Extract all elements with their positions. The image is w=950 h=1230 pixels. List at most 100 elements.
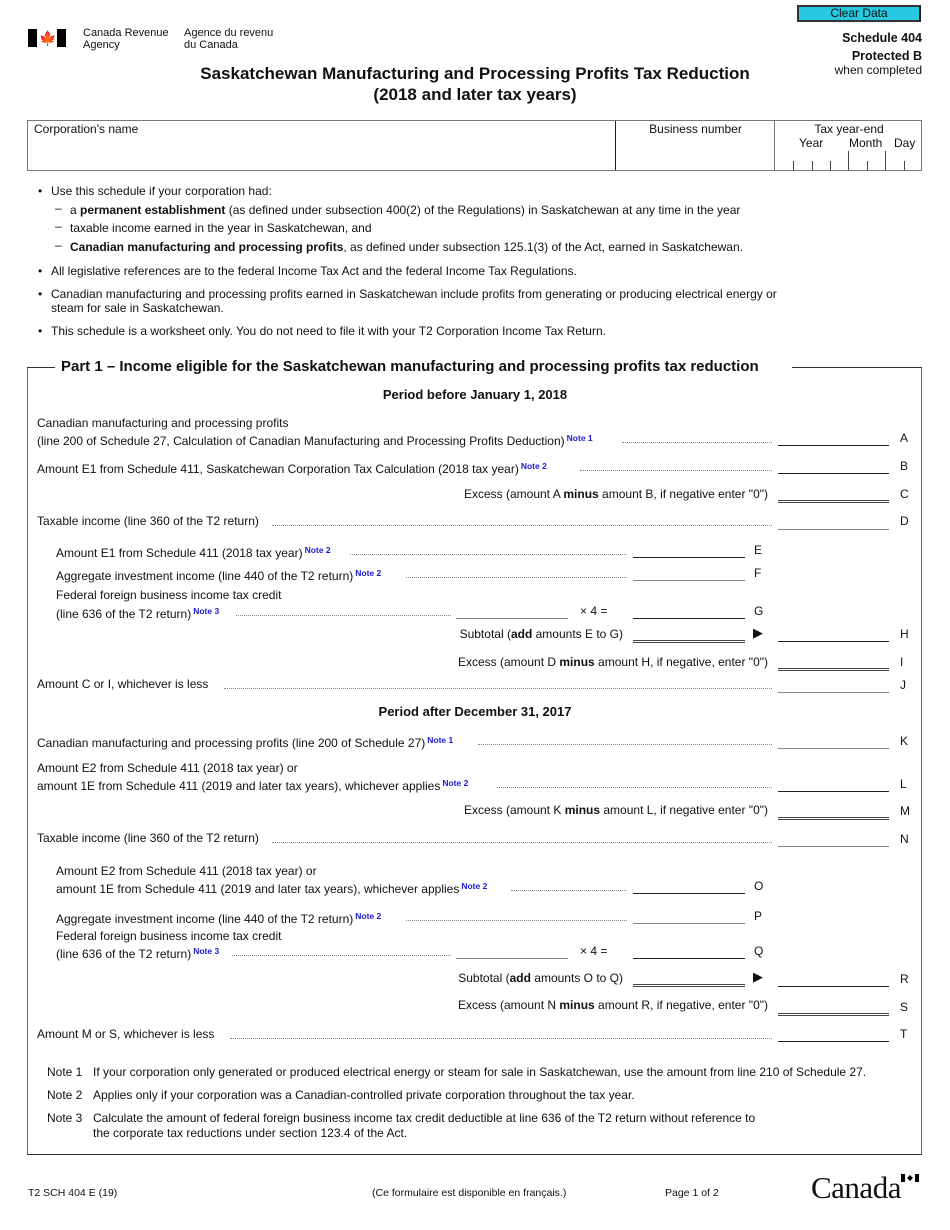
line-letter-i: I [900,655,904,669]
note-3-text-2: the corporate tax reductions under secti… [93,1126,408,1140]
year-label: Year [799,136,824,150]
bullet-icon: • [38,324,43,338]
business-number-field[interactable]: Business number [615,121,774,170]
note-2-label: Note 2 [47,1088,83,1102]
protected-label: Protected B [851,49,922,63]
line-letter-g: G [754,604,764,618]
amount-p-input[interactable] [633,908,745,924]
subtotal-oq-input[interactable] [633,971,745,987]
note-2-ref[interactable]: Note 2 [442,778,468,788]
line-a-label-2: (line 200 of Schedule 27, Calculation of… [37,433,593,448]
note-1-ref[interactable]: Note 1 [427,735,453,745]
intro-bullet-2: All legislative references are to the fe… [51,264,577,278]
line-f-label: Aggregate investment income (line 440 of… [56,568,382,583]
amount-g-input[interactable] [633,603,745,619]
agency-fr-line2: du Canada [184,39,238,51]
leader-dots [406,576,627,578]
tax-year-end-label: Tax year-end [814,122,884,136]
amount-c-input[interactable] [778,487,889,503]
amount-j-input[interactable] [778,677,889,693]
clear-data-button[interactable]: Clear Data [797,5,921,22]
corporation-name-label: Corporation's name [34,122,139,136]
bullet-icon: • [38,184,43,198]
schedule-number: Schedule 404 [842,31,922,45]
line-e-label: Amount E1 from Schedule 411 (2018 tax ye… [56,545,331,560]
note-3-ref[interactable]: Note 3 [193,946,219,956]
bullet-icon: • [38,264,43,278]
line-s-label: Excess (amount N minus amount R, if nega… [458,998,768,1012]
amount-n-input[interactable] [778,831,889,847]
amount-l-input[interactable] [778,776,889,792]
multiply-by-4: × 4 = [580,944,608,958]
line-letter-t: T [900,1027,908,1041]
note-1-ref[interactable]: Note 1 [567,433,593,443]
leader-dots [272,524,772,526]
amount-a-input[interactable] [778,430,889,446]
agency-en-line2: Agency [83,39,120,51]
part1-title: Part 1 – Income eligible for the Saskatc… [61,358,759,375]
amount-h-input[interactable] [778,626,889,642]
amount-d-input[interactable] [778,514,889,530]
leader-dots [478,743,772,745]
business-number-label: Business number [649,122,742,136]
amount-o-input[interactable] [633,878,745,894]
note-2-ref[interactable]: Note 2 [355,568,381,578]
amount-m-input[interactable] [778,804,889,820]
arrow-right-icon: ▶ [753,625,763,640]
amount-q-input[interactable] [633,943,745,959]
line-letter-p: P [754,909,763,923]
line-g-label-2: (line 636 of the T2 return) Note 3 [56,606,220,621]
line-c-label: Excess (amount A minus amount B, if nega… [463,487,768,501]
amount-e-input[interactable] [633,542,745,558]
line-letter-j: J [900,678,906,692]
amount-t-input[interactable] [778,1026,889,1042]
leader-dots [580,469,772,471]
line-h-label: Subtotal (add amounts E to G) [459,627,623,641]
amount-f-input[interactable] [633,565,745,581]
amount-b-input[interactable] [778,458,889,474]
line-l-label-2: amount 1E from Schedule 411 (2019 and la… [37,778,469,793]
tax-year-end-field[interactable]: Tax year-end Year Month Day [774,121,922,170]
note-2-ref[interactable]: Note 2 [521,461,547,471]
line-letter-o: O [754,879,764,893]
note-3-label: Note 3 [47,1111,83,1125]
agency-name-en: Canada Revenue Agency [83,27,169,51]
subtotal-eg-input[interactable] [633,627,745,643]
intro-bullet-1: Use this schedule if your corporation ha… [51,184,272,198]
note-2-ref[interactable]: Note 2 [461,881,487,891]
line-o-label-2: amount 1E from Schedule 411 (2019 and la… [56,881,488,896]
amount-s-input[interactable] [778,1000,889,1016]
line-letter-l: L [900,777,907,791]
line-letter-n: N [900,832,909,846]
line-g-label-1: Federal foreign business income tax cred… [56,588,282,602]
amount-i-input[interactable] [778,655,889,671]
canada-flag-icon: 🍁 [28,29,66,47]
amount-k-input[interactable] [778,733,889,749]
note-1-text: If your corporation only generated or pr… [93,1065,867,1079]
intro-dash-1: a permanent establishment (as defined un… [70,203,741,217]
corporation-name-field[interactable]: Corporation's name [28,121,615,170]
canada-wordmark: Canada [811,1170,901,1205]
line-l-label-1: Amount E2 from Schedule 411 (2018 tax ye… [37,761,298,775]
amount-r-input[interactable] [778,971,889,987]
line-letter-a: A [900,431,909,445]
page-number: Page 1 of 2 [665,1187,719,1199]
canada-wordmark-flag-icon [901,1174,919,1182]
note-3-ref[interactable]: Note 3 [193,606,219,616]
note-2-ref[interactable]: Note 2 [305,545,331,555]
line-d-label: Taxable income (line 360 of the T2 retur… [37,514,259,528]
line-letter-k: K [900,734,909,748]
line-o-label-1: Amount E2 from Schedule 411 (2018 tax ye… [56,864,317,878]
multiply-by-4: × 4 = [580,604,608,618]
line-q-label-2: (line 636 of the T2 return) Note 3 [56,946,220,961]
note-3-text-1: Calculate the amount of federal foreign … [93,1111,756,1125]
line-letter-s: S [900,1000,909,1014]
line-q-label-1: Federal foreign business income tax cred… [56,929,282,943]
note-2-ref[interactable]: Note 2 [355,911,381,921]
foreign-credit-q-input[interactable] [456,943,568,959]
french-availability: (Ce formulaire est disponible en françai… [372,1187,567,1199]
foreign-credit-g-input[interactable] [456,603,568,619]
line-letter-r: R [900,972,909,986]
dash-icon: – [55,238,62,252]
leader-dots [511,889,627,891]
